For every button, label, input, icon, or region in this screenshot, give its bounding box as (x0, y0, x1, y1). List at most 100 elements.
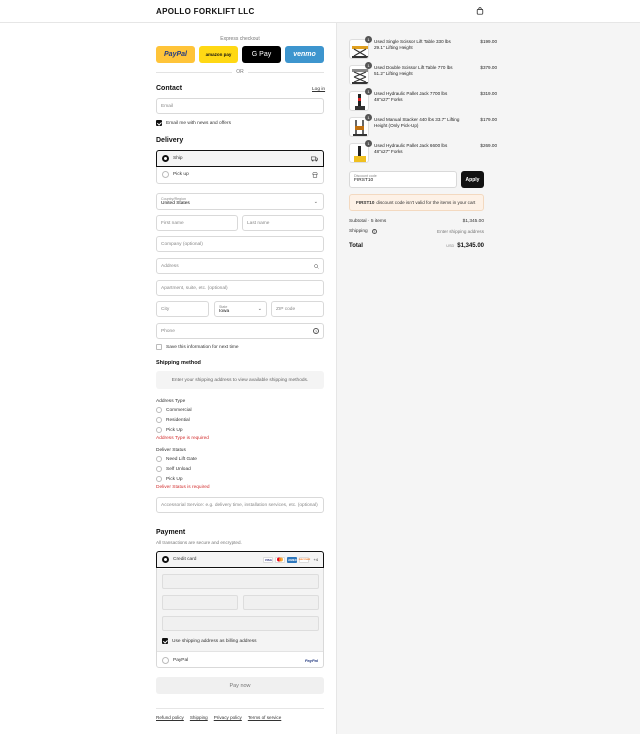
name-on-card-field[interactable] (162, 616, 319, 631)
shipping-row: Shipping ? (349, 229, 377, 234)
address-field[interactable]: Address (156, 258, 324, 274)
shipping-method-message: Enter your shipping address to view avai… (156, 371, 324, 389)
country-select[interactable]: Country/Region United States ⌄ (156, 193, 324, 210)
header: APOLLO FORKLIFT LLC (0, 0, 640, 23)
shipping-value: Enter shipping address (437, 229, 484, 234)
pay-now-button[interactable]: Pay now (156, 677, 324, 694)
discount-code-field[interactable]: Discount code FIRST10 (349, 171, 457, 188)
cart-item: 1 Used Hydraulic Pallet Jack 6600 lbs 48… (349, 140, 497, 163)
total-value: $1,345.00 (457, 243, 484, 249)
truck-icon (311, 156, 318, 161)
amazon-pay-button[interactable]: amazon pay (199, 46, 238, 63)
deliver-status-selfunload[interactable]: Self Unload (156, 466, 191, 472)
refund-policy-link[interactable]: Refund policy (156, 715, 184, 720)
billing-checkbox-row[interactable]: Use shipping address as billing address (162, 638, 257, 644)
address-type-label: Address Type (156, 399, 186, 404)
login-link[interactable]: Log in (312, 87, 325, 92)
email-field[interactable]: Email (156, 98, 324, 114)
chevron-down-icon: ⌄ (313, 199, 318, 205)
total-row: USD $1,345.00 (424, 243, 484, 249)
cart-item: 1 Used Hydraulic Pallet Jack 7700 lbs 48… (349, 88, 497, 111)
chevron-down-icon: ⌄ (257, 306, 262, 312)
deliver-status-pickup[interactable]: Pick Up (156, 476, 183, 482)
item-price: $319.00 (480, 91, 497, 96)
google-pay-button[interactable]: G Pay (242, 46, 281, 63)
item-name: Used Hydraulic Pallet Jack 7700 lbs 48"x… (374, 91, 448, 103)
terms-link[interactable]: Terms of service (248, 715, 281, 720)
radio[interactable] (156, 466, 162, 472)
pickup-label: Pick up (173, 172, 189, 177)
zip-field[interactable]: ZIP code (271, 301, 324, 317)
delivery-heading: Delivery (156, 137, 184, 144)
last-name-field[interactable]: Last name (242, 215, 324, 231)
radio[interactable] (156, 427, 162, 433)
deliver-status-label: Deliver Status (156, 448, 186, 453)
card-number-field[interactable] (162, 574, 319, 589)
quantity-badge: 1 (365, 114, 372, 121)
first-name-field[interactable]: First name (156, 215, 238, 231)
more-cards-count: +4 (313, 557, 318, 562)
phone-field[interactable]: Phone ? (156, 323, 324, 339)
radio[interactable] (156, 417, 162, 423)
deliver-status-liftgate[interactable]: Need Lift Gate (156, 456, 197, 462)
help-icon[interactable]: ? (313, 328, 319, 334)
address-type-residential[interactable]: Residential (156, 417, 190, 423)
shipping-method-heading: Shipping method (156, 360, 201, 366)
card-form: Use shipping address as billing address (157, 569, 323, 651)
footer-divider (156, 708, 324, 709)
address-type-pickup[interactable]: Pick Up (156, 427, 183, 433)
phone-placeholder: Phone (161, 328, 175, 334)
credit-card-radio[interactable] (162, 556, 169, 563)
radio[interactable] (156, 407, 162, 413)
footer-links: Refund policy Shipping Privacy policy Te… (156, 715, 281, 720)
subtotal-value: $1,345.00 (462, 219, 484, 224)
delivery-method-group: Ship Pick up (156, 150, 324, 184)
help-icon[interactable]: ? (371, 229, 377, 234)
company-field[interactable]: Company (optional) (156, 236, 324, 252)
address-type-commercial[interactable]: Commercial (156, 407, 192, 413)
store-icon (312, 171, 318, 178)
ship-option[interactable]: Ship (156, 150, 324, 167)
total-label: Total (349, 243, 363, 249)
cart-item: 1 Used Single Scissor Lift Table 330 lbs… (349, 36, 497, 59)
city-field[interactable]: City (156, 301, 209, 317)
news-checkbox[interactable] (156, 120, 162, 126)
paypal-option[interactable]: PayPal PayPal (157, 651, 323, 668)
credit-card-option[interactable]: Credit card VISA AMEX DISCOVER +4 (156, 551, 324, 568)
pickup-radio[interactable] (162, 171, 169, 178)
payment-subtitle: All transactions are secure and encrypte… (156, 540, 242, 545)
venmo-button[interactable]: venmo (285, 46, 324, 63)
state-select[interactable]: State Iowa ⌄ (214, 301, 267, 317)
security-code-field[interactable] (243, 595, 319, 610)
billing-label: Use shipping address as billing address (172, 638, 257, 644)
radio[interactable] (156, 476, 162, 482)
amex-icon: AMEX (287, 556, 298, 563)
item-name: Used Double Scissor Lift Table 770 lbs 5… (374, 65, 453, 77)
accessorial-field[interactable]: Accessorial Service: e.g. delivery time,… (156, 497, 324, 513)
brand-logo[interactable]: APOLLO FORKLIFT LLC (156, 7, 255, 16)
news-checkbox-row[interactable]: Email me with news and offers (156, 120, 231, 126)
pickup-option[interactable]: Pick up (157, 166, 323, 183)
apartment-field[interactable]: Apartment, suite, etc. (optional) (156, 280, 324, 296)
quantity-badge: 1 (365, 62, 372, 69)
quantity-badge: 1 (365, 140, 372, 147)
search-icon (314, 263, 319, 269)
discount-error-code: FIRST10 (356, 200, 375, 205)
expiry-field[interactable] (162, 595, 238, 610)
subtotal-label: Subtotal · 5 items (349, 219, 387, 224)
apply-button[interactable]: Apply (461, 171, 484, 188)
contact-heading: Contact (156, 85, 183, 92)
country-value: United States (161, 201, 190, 206)
shipping-link[interactable]: Shipping (190, 715, 208, 720)
ship-radio[interactable] (162, 155, 169, 162)
save-info-row[interactable]: Save this information for next time (156, 344, 239, 350)
paypal-radio[interactable] (162, 656, 169, 664)
shopping-bag-icon[interactable] (476, 7, 484, 15)
radio[interactable] (156, 456, 162, 462)
save-info-checkbox[interactable] (156, 344, 162, 350)
billing-checkbox[interactable] (162, 638, 168, 644)
paypal-button[interactable]: PayPal (156, 46, 195, 63)
item-name: Used Manual Stacker 440 lbs 33.7" Liftin… (374, 117, 460, 129)
privacy-policy-link[interactable]: Privacy policy (214, 715, 242, 720)
item-price: $379.00 (480, 65, 497, 70)
